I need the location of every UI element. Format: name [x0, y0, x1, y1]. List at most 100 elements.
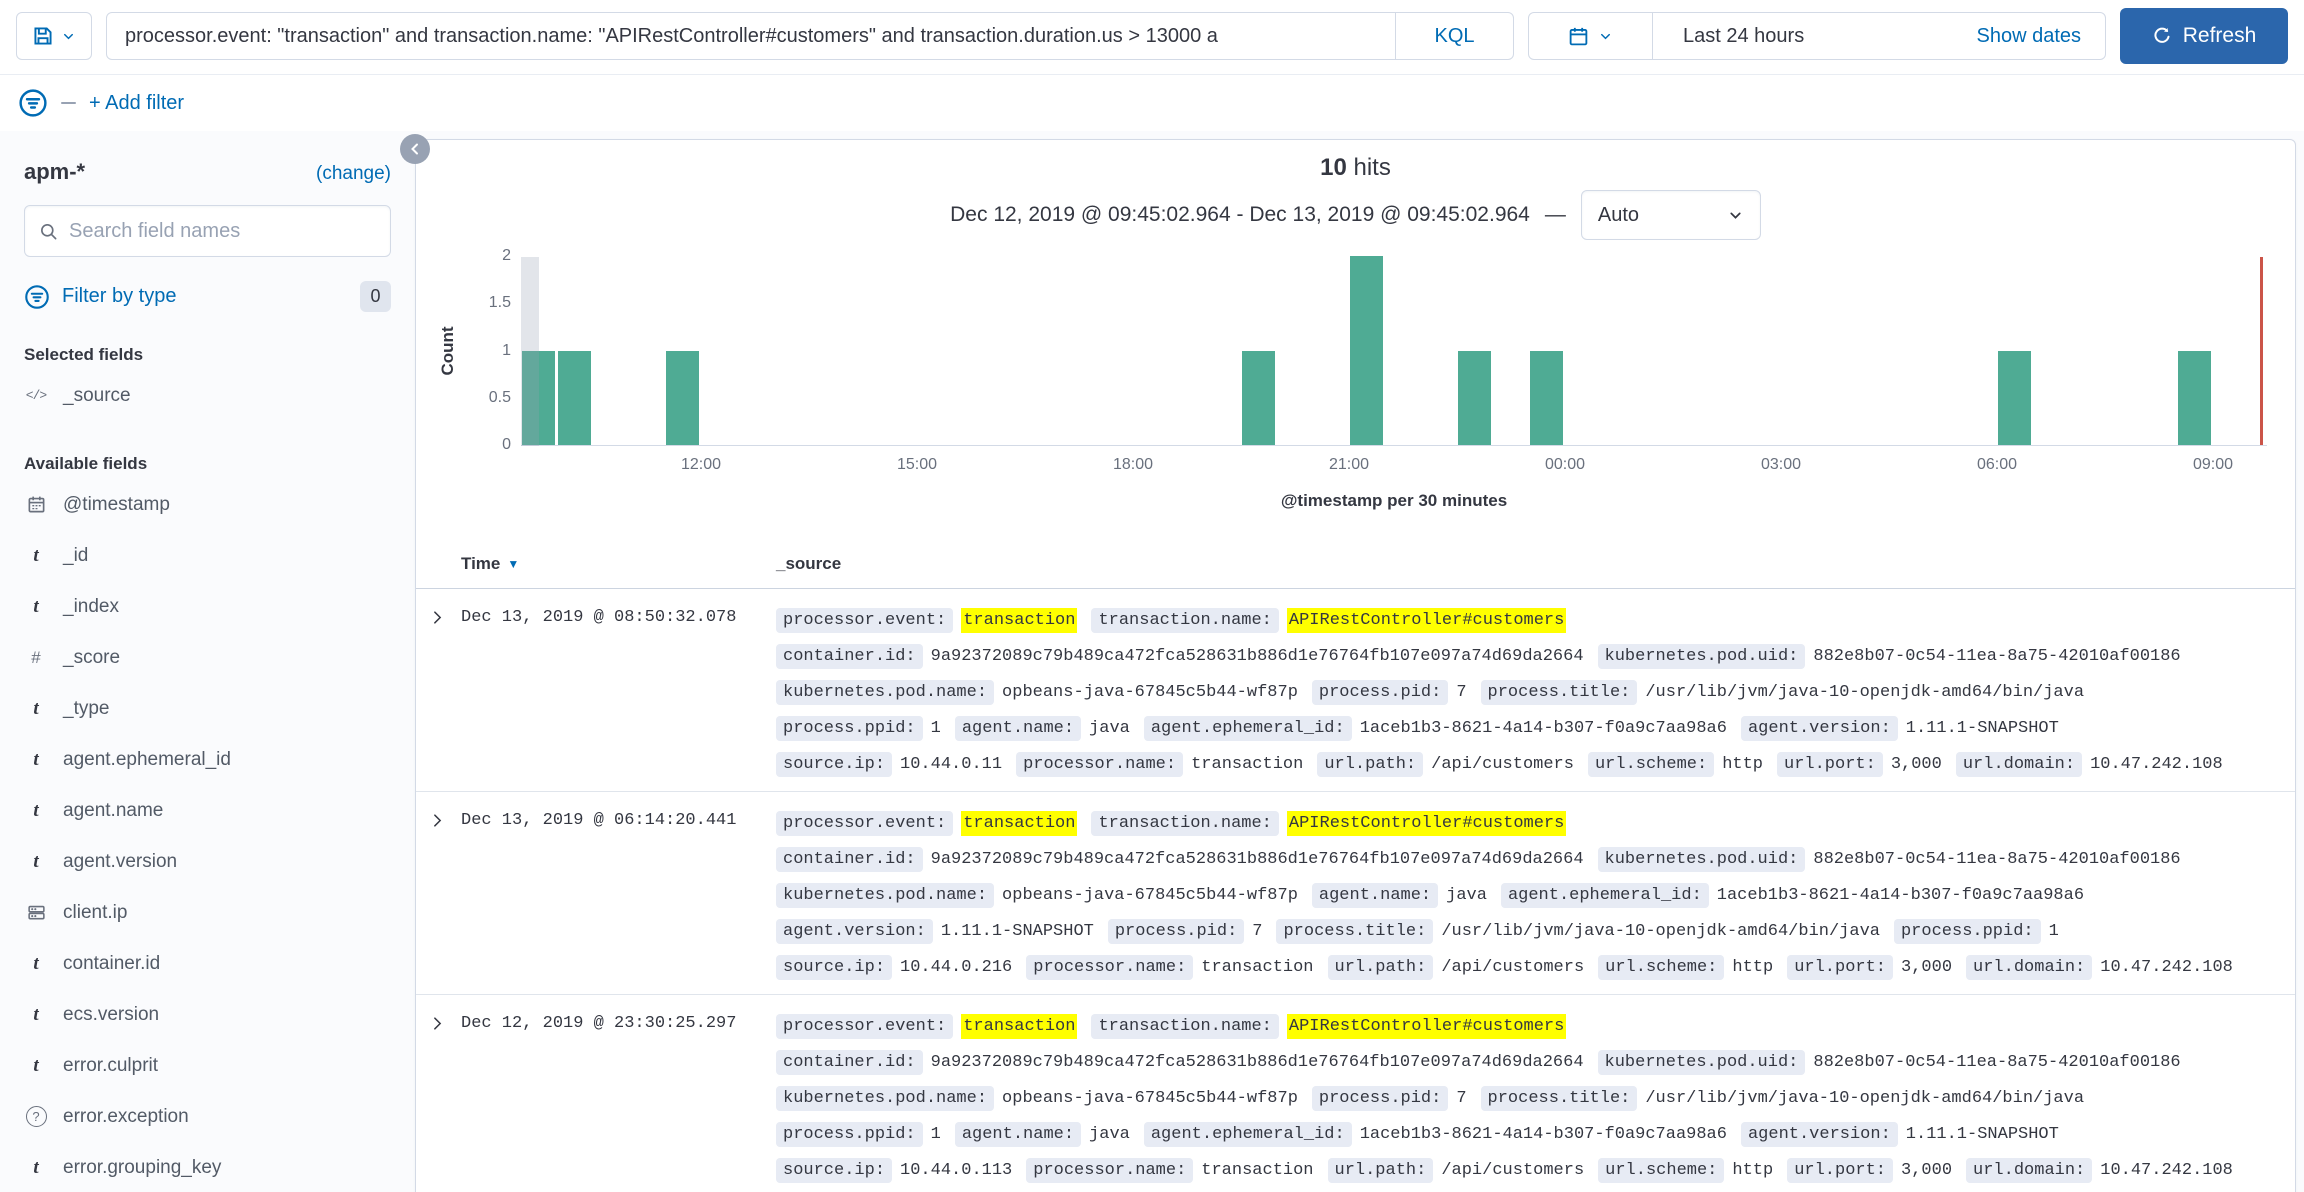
hits-line: 10 hits	[416, 154, 2295, 184]
sidebar-field-_source[interactable]: </>_source	[24, 370, 391, 421]
histogram-bar-Dec-12-23-30[interactable]	[1530, 351, 1563, 446]
sidebar-field-error.grouping_key[interactable]: terror.grouping_key	[24, 1142, 391, 1192]
field-name-label: agent.version	[63, 851, 177, 873]
field-name-badge: process.title:	[1481, 1086, 1638, 1111]
field-value-pair: url.port:3,000	[1777, 752, 1942, 777]
filter-by-type-link[interactable]: Filter by type	[62, 285, 176, 308]
time-column-header[interactable]: Time ▼	[461, 554, 776, 574]
field-name-label: client.ip	[63, 902, 127, 924]
sidebar-field-_type[interactable]: t _type	[24, 683, 391, 734]
field-type-string-icon: t	[24, 596, 48, 618]
sidebar-field-error.culprit[interactable]: terror.culprit	[24, 1040, 391, 1091]
sidebar-field-_id[interactable]: t_id	[24, 530, 391, 581]
query-input[interactable]: processor.event: "transaction" and trans…	[107, 13, 1395, 59]
field-name-badge: url.path:	[1328, 1158, 1434, 1183]
doc-timestamp: Dec 13, 2019 @ 06:14:20.441	[461, 805, 776, 985]
field-value-pair: agent.version:1.11.1-SNAPSHOT	[1741, 716, 2059, 741]
search-icon	[39, 222, 58, 241]
field-value: http	[1722, 755, 1763, 774]
field-value-pair: process.title:/usr/lib/jvm/java-10-openj…	[1481, 680, 2085, 705]
field-value-pair: process.pid:7	[1312, 1086, 1467, 1111]
field-value: 1.11.1-SNAPSHOT	[1906, 719, 2059, 738]
source-line: kubernetes.pod.name:opbeans-java-67845c5…	[776, 674, 2275, 710]
field-value-pair: kubernetes.pod.uid:882e8b07-0c54-11ea-8a…	[1598, 644, 2181, 669]
refresh-button[interactable]: Refresh	[2120, 8, 2288, 64]
selected-fields-heading: Selected fields	[24, 345, 391, 365]
field-value: 3,000	[1901, 958, 1952, 977]
histogram-bar-Dec-12-22-30[interactable]	[1458, 351, 1491, 446]
sidebar-field-agent.version[interactable]: tagent.version	[24, 836, 391, 887]
x-tick-label: 21:00	[1304, 456, 1394, 474]
time-range-display[interactable]: Last 24 hours	[1653, 25, 1976, 48]
source-line: source.ip:10.44.0.11processor.name:trans…	[776, 746, 2275, 782]
date-picker: Last 24 hours Show dates	[1528, 12, 2106, 60]
field-name-badge: kubernetes.pod.uid:	[1598, 1050, 1806, 1075]
field-type-string-icon: t	[24, 749, 48, 771]
date-picker-toggle[interactable]	[1529, 13, 1653, 59]
field-value-pair: transaction.name:APIRestController#custo…	[1091, 608, 1566, 633]
field-name-badge: process.pid:	[1312, 680, 1448, 705]
histogram-header: Dec 12, 2019 @ 09:45:02.964 - Dec 13, 20…	[416, 190, 2295, 240]
interval-select[interactable]: Auto	[1581, 190, 1761, 240]
field-value: http	[1732, 958, 1773, 977]
field-value-pair: process.ppid:1	[776, 1122, 941, 1147]
field-name-label: _type	[63, 698, 109, 720]
sidebar-field-error.exception[interactable]: ?error.exception	[24, 1091, 391, 1142]
field-type-string-icon: t	[24, 698, 48, 720]
sidebar-field-_score[interactable]: #_score	[24, 632, 391, 683]
field-value-highlighted: transaction	[961, 1014, 1077, 1039]
field-value: 7	[1252, 922, 1262, 941]
field-value-pair: url.scheme:http	[1588, 752, 1763, 777]
histogram-bar-Dec-13-06-00[interactable]	[1998, 351, 2031, 446]
field-type-string-icon: t	[24, 1004, 48, 1026]
field-name-badge: processor.name:	[1026, 955, 1193, 980]
field-name-badge: process.pid:	[1108, 919, 1244, 944]
change-index-pattern-link[interactable]: (change)	[316, 163, 391, 185]
field-value-pair: url.scheme:http	[1598, 955, 1773, 980]
field-name-badge: process.ppid:	[1894, 919, 2041, 944]
field-value-pair: source.ip:10.44.0.11	[776, 752, 1002, 777]
expand-row-button[interactable]	[416, 602, 461, 782]
field-name-badge: processor.event:	[776, 1014, 953, 1039]
sidebar-field-container.id[interactable]: tcontainer.id	[24, 938, 391, 989]
histogram-bar-Dec-12-21-00[interactable]	[1350, 256, 1383, 445]
field-name-badge: url.domain:	[1966, 955, 2092, 980]
show-dates-link[interactable]: Show dates	[1976, 25, 2105, 48]
field-name-badge: url.port:	[1787, 1158, 1893, 1183]
histogram-bar-Dec-12-10-00[interactable]	[558, 351, 591, 446]
sidebar-field-@timestamp[interactable]: @timestamp	[24, 479, 391, 530]
available-fields-list: @timestampt_idt_index#_scoret_typetagent…	[24, 479, 391, 1192]
x-tick-label: 03:00	[1736, 456, 1826, 474]
sidebar-field-client.ip[interactable]: client.ip	[24, 887, 391, 938]
source-line: processor.event:transactiontransaction.n…	[776, 602, 2275, 638]
sidebar-field-agent.name[interactable]: tagent.name	[24, 785, 391, 836]
filter-menu-button[interactable]	[18, 88, 48, 118]
field-name-badge: process.pid:	[1312, 1086, 1448, 1111]
field-value: 7	[1456, 683, 1466, 702]
field-value: 1	[931, 1125, 941, 1144]
field-value-pair: url.domain:10.47.242.108	[1966, 955, 2233, 980]
field-name-label: _index	[63, 596, 119, 618]
range-separator: —	[1545, 203, 1566, 227]
expand-row-button[interactable]	[416, 1008, 461, 1188]
add-filter-link[interactable]: + Add filter	[89, 92, 184, 115]
field-value: /api/customers	[1441, 958, 1584, 977]
histogram-bar-Dec-12-11-30[interactable]	[666, 351, 699, 446]
sidebar-field-ecs.version[interactable]: t ecs.version	[24, 989, 391, 1040]
query-language-button[interactable]: KQL	[1395, 13, 1513, 59]
x-tick-label: 12:00	[656, 456, 746, 474]
field-name-badge: agent.name:	[1312, 883, 1438, 908]
field-value-pair: url.scheme:http	[1598, 1158, 1773, 1183]
save-query-button[interactable]	[16, 12, 92, 60]
histogram-plot-area	[521, 257, 2267, 446]
expand-row-button[interactable]	[416, 805, 461, 985]
histogram-bar-Dec-12-19-30[interactable]	[1242, 351, 1275, 446]
field-value-pair: kubernetes.pod.name:opbeans-java-67845c5…	[776, 1086, 1298, 1111]
collapse-sidebar-button[interactable]	[400, 134, 430, 164]
field-search-input[interactable]	[69, 220, 376, 243]
sidebar-field-_index[interactable]: t _index	[24, 581, 391, 632]
field-name-label: ecs.version	[63, 1004, 159, 1026]
histogram-bar-Dec-13-08-30[interactable]	[2178, 351, 2211, 446]
sidebar-field-agent.ephemeral_id[interactable]: tagent.ephemeral_id	[24, 734, 391, 785]
field-value-pair: url.path:/api/customers	[1317, 752, 1574, 777]
